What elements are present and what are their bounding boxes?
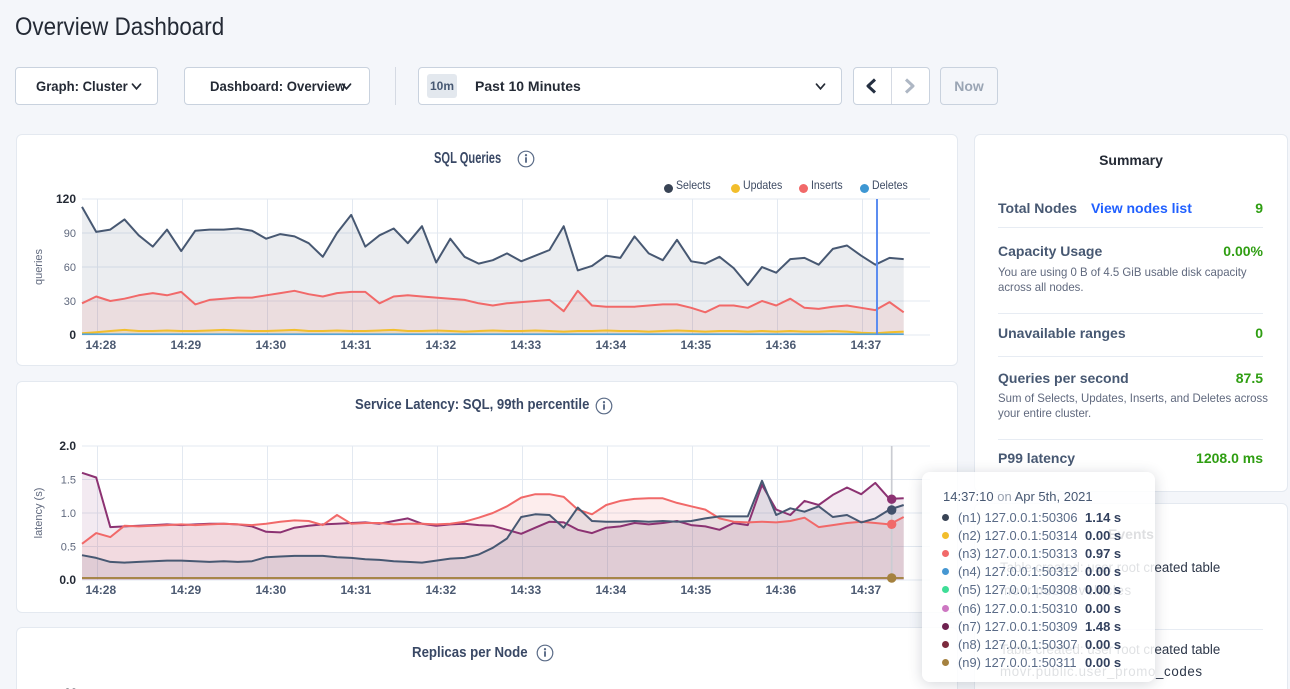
svg-text:30: 30 bbox=[64, 296, 76, 308]
svg-text:14:33: 14:33 bbox=[510, 583, 541, 597]
svg-text:14:33: 14:33 bbox=[510, 338, 541, 352]
svg-text:1.0: 1.0 bbox=[61, 508, 76, 520]
svg-text:14:34: 14:34 bbox=[595, 583, 626, 597]
svg-text:14:37: 14:37 bbox=[850, 583, 881, 597]
svg-text:14:35: 14:35 bbox=[680, 338, 711, 352]
svg-text:14:36: 14:36 bbox=[765, 338, 796, 352]
svg-text:0.0: 0.0 bbox=[59, 573, 76, 587]
svg-text:14:31: 14:31 bbox=[340, 583, 371, 597]
svg-text:14:30: 14:30 bbox=[255, 338, 286, 352]
svg-text:14:36: 14:36 bbox=[765, 583, 796, 597]
svg-text:14:32: 14:32 bbox=[425, 338, 456, 352]
svg-text:14:28: 14:28 bbox=[85, 583, 116, 597]
svg-text:latency (s): latency (s) bbox=[33, 488, 45, 539]
svg-text:90: 90 bbox=[64, 228, 76, 240]
svg-text:2.0: 2.0 bbox=[59, 439, 76, 453]
svg-text:14:32: 14:32 bbox=[425, 583, 456, 597]
svg-text:0: 0 bbox=[69, 328, 76, 342]
svg-text:14:29: 14:29 bbox=[170, 338, 201, 352]
svg-text:14:30: 14:30 bbox=[255, 583, 286, 597]
svg-text:120: 120 bbox=[56, 192, 76, 206]
svg-text:60: 60 bbox=[64, 262, 76, 274]
svg-text:14:28: 14:28 bbox=[85, 338, 116, 352]
svg-text:14:29: 14:29 bbox=[170, 583, 201, 597]
svg-text:14:35: 14:35 bbox=[680, 583, 711, 597]
svg-text:0.5: 0.5 bbox=[61, 542, 76, 554]
svg-text:14:34: 14:34 bbox=[595, 338, 626, 352]
svg-text:14:37: 14:37 bbox=[850, 338, 881, 352]
svg-text:queries: queries bbox=[33, 248, 45, 285]
svg-text:1.5: 1.5 bbox=[61, 475, 76, 487]
svg-text:14:31: 14:31 bbox=[340, 338, 371, 352]
